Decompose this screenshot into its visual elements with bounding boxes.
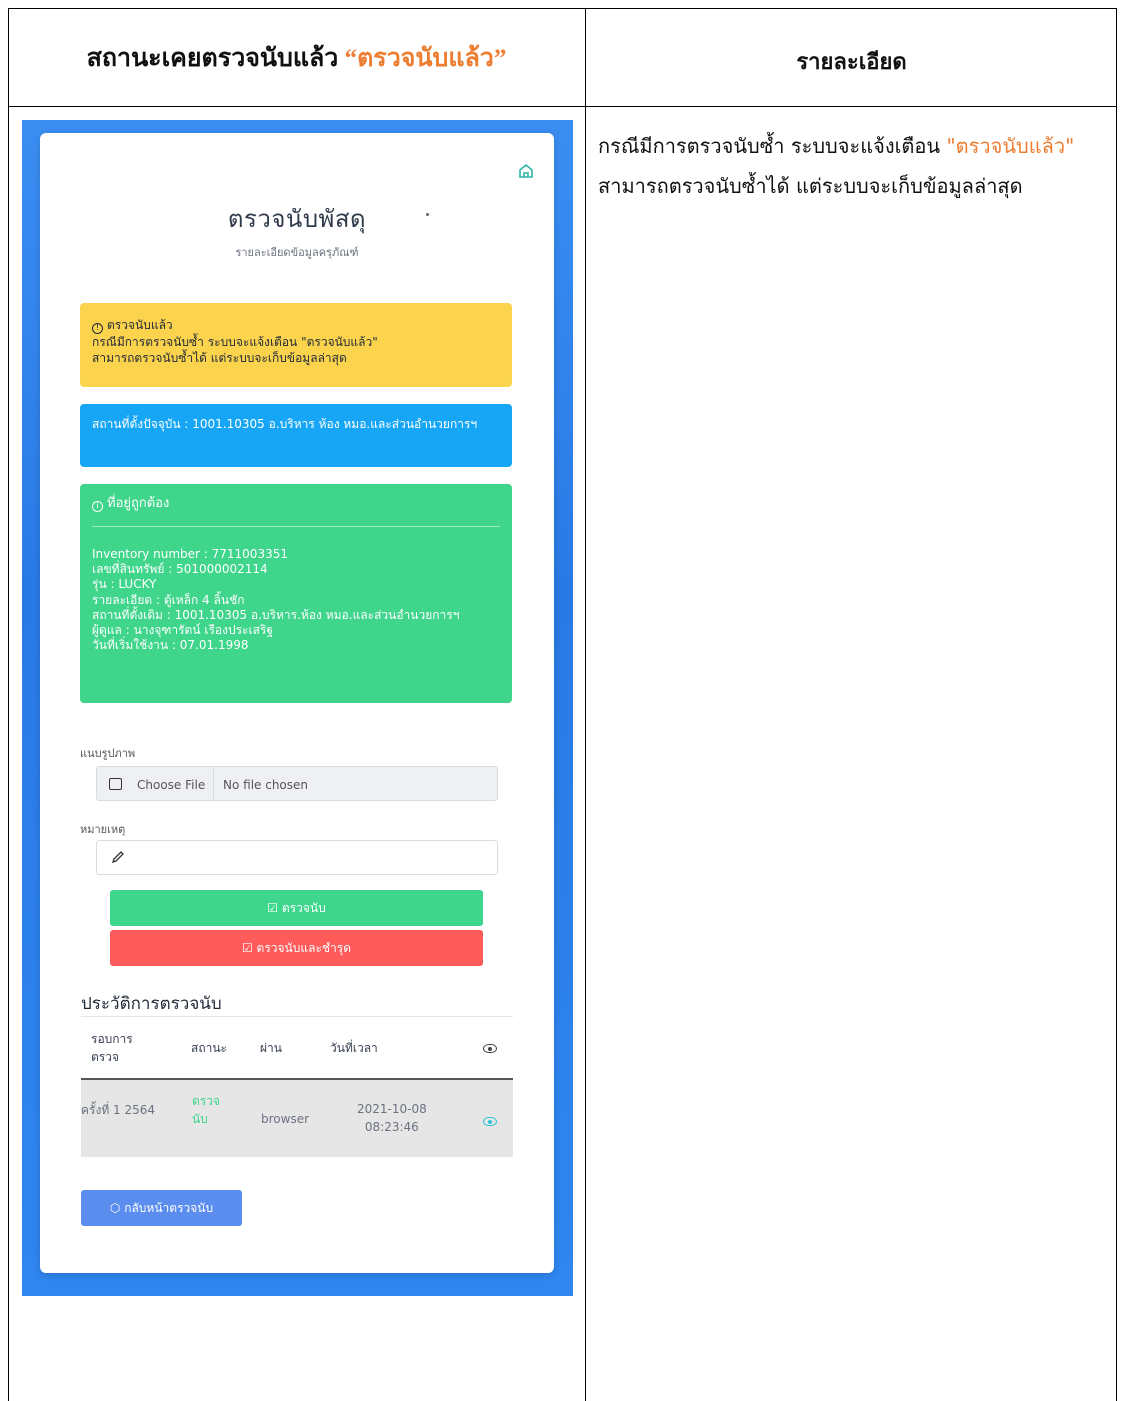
warning-line1: กรณีมีการตรวจนับซ้ำ ระบบจะแจ้งเตือน "ตรว… — [92, 335, 378, 349]
file-input[interactable]: Choose File No file chosen — [96, 766, 498, 801]
asset-detail-line: Inventory number : 7711003351 — [92, 547, 288, 561]
home-icon[interactable] — [518, 163, 534, 179]
table-border-right — [1116, 8, 1117, 1401]
history-status-line1: ตรวจ — [192, 1094, 221, 1108]
history-time: 08:23:46 — [364, 1120, 419, 1134]
app-screenshot: ตรวจนับพัสดุ รายละเอียดข้อมูลครุภัณฑ์ ! ต… — [22, 120, 573, 1296]
description-part2: สามารถตรวจนับซ้ำได้ แต่ระบบจะเก็บข้อมูลล… — [598, 174, 1023, 198]
decorative-dot — [426, 213, 429, 216]
description-text: กรณีมีการตรวจนับซ้ำ ระบบจะแจ้งเตือน "ตรว… — [598, 126, 1108, 206]
history-date: 2021-10-08 — [357, 1102, 427, 1116]
asset-details: Inventory number : 7711003351 เลขที่สินท… — [92, 547, 500, 653]
current-location-alert: สถานที่ตั้งปัจจุบัน : 1001.10305 อ.บริหา… — [80, 404, 512, 467]
asset-detail-line: สถานที่ตั้งเดิม : 1001.10305 อ.บริหาร.ห้… — [92, 607, 460, 622]
choose-file-button[interactable]: Choose File — [137, 778, 205, 792]
view-eye-icon[interactable] — [483, 1117, 497, 1126]
check-square-icon: ☑ — [267, 901, 282, 915]
app-card: ตรวจนับพัสดุ รายละเอียดข้อมูลครุภัณฑ์ ! ต… — [40, 133, 554, 1273]
check-square-icon: ☑ — [241, 941, 257, 955]
asset-detail-line: รุ่น : LUCKY — [92, 577, 157, 592]
file-input-separator — [213, 767, 214, 800]
table-border-top — [8, 8, 1117, 9]
history-divider — [81, 1016, 513, 1017]
history-header-round-line2: ตรวจ — [91, 1050, 120, 1064]
warning-line2: สามารถตรวจนับซ้ำได้ แต่ระบบจะเก็บข้อมูลล… — [92, 351, 347, 365]
history-header-status: สถานะ — [191, 1041, 227, 1055]
history-via-cell: browser — [261, 1112, 310, 1126]
count-damaged-button-label: ตรวจนับและชำรุด — [256, 941, 352, 955]
count-button[interactable]: ☑ ตรวจนับ — [110, 890, 483, 926]
pencil-icon — [111, 851, 124, 864]
history-round-cell: ครั้งที่ 1 2564 — [81, 1103, 156, 1117]
header-status-prefix: สถานะเคยตรวจนับแล้ว — [86, 45, 339, 72]
history-title: ประวัติการตรวจนับ — [81, 994, 222, 1014]
history-header-datetime: วันที่เวลา — [330, 1041, 378, 1055]
note-label: หมายเหตุ — [80, 823, 126, 836]
description-part1: กรณีมีการตรวจนับซ้ำ ระบบจะแจ้งเตือน — [598, 134, 947, 158]
table-border-left — [8, 8, 9, 1401]
table-column-divider — [585, 8, 586, 1401]
header-details-title: รายละเอียด — [796, 50, 907, 75]
description-accent: "ตรวจนับแล้ว" — [946, 134, 1075, 158]
back-to-count-button[interactable]: ⬡ กลับหน้าตรวจนับ — [81, 1190, 242, 1226]
note-input[interactable] — [96, 840, 498, 875]
image-label: แนบรูปภาพ — [80, 747, 136, 760]
status-alert: i ที่อยู่ถูกต้อง Inventory number : 77110… — [80, 484, 512, 703]
count-damaged-button[interactable]: ☑ ตรวจนับและชำรุด — [110, 930, 483, 966]
history-header-via: ผ่าน — [260, 1041, 282, 1055]
box-icon: ⬡ — [109, 1201, 125, 1215]
history-datetime-cell: 2021-10-08 08:23:46 — [357, 1100, 427, 1136]
asset-detail-line: รายละเอียด : ตู้เหล็ก 4 ลิ้นชัก — [92, 592, 245, 607]
count-button-label: ตรวจนับ — [281, 901, 326, 915]
asset-detail-line: วันที่เริ่มใช้งาน : 07.01.1998 — [92, 638, 249, 653]
history-status-cell: ตรวจ นับ — [192, 1092, 220, 1128]
history-header-round: รอบการ ตรวจ — [91, 1030, 133, 1066]
no-file-text: No file chosen — [223, 778, 309, 792]
image-icon — [109, 778, 122, 790]
asset-detail-line: เลขที่สินทรัพย์ : 501000002114 — [92, 562, 268, 577]
asset-detail-line: ผู้ดูแล : นางจุฑารัตน์ เรืองประเสริฐ — [92, 623, 273, 638]
header-status-accent: “ตรวจนับแล้ว” — [344, 45, 507, 72]
header-status-title: สถานะเคยตรวจนับแล้ว “ตรวจนับแล้ว” — [8, 38, 585, 78]
alert-circle-icon: ! — [92, 323, 103, 334]
history-status-line2: นับ — [192, 1112, 208, 1126]
back-button-label: กลับหน้าตรวจนับ — [124, 1201, 214, 1215]
eye-icon — [483, 1044, 497, 1053]
status-title: ที่อยู่ถูกต้อง — [107, 496, 170, 511]
app-title: ตรวจนับพัสดุ — [227, 205, 367, 233]
info-circle-icon: i — [92, 501, 103, 512]
warning-alert: ! ตรวจนับแล้ว กรณีมีการตรวจนับซ้ำ ระบบจะแ… — [80, 303, 512, 387]
warning-title: ตรวจนับแล้ว — [107, 318, 173, 332]
app-subtitle: รายละเอียดข้อมูลครุภัณฑ์ — [235, 246, 359, 259]
history-header-round-line1: รอบการ — [91, 1032, 133, 1046]
table-header-divider — [8, 106, 1117, 107]
